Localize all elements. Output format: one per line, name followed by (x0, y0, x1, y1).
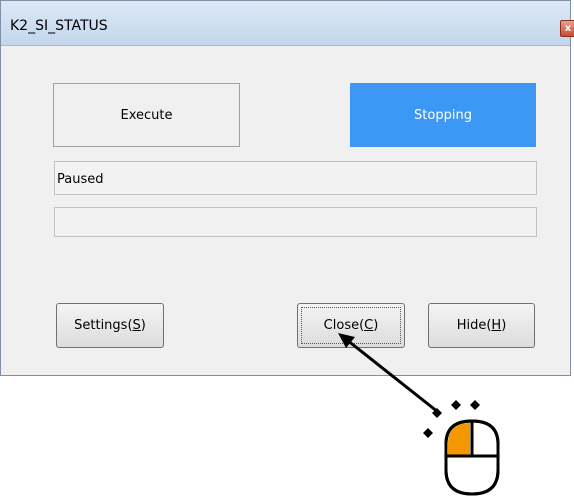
mouse-click-icon (423, 400, 500, 496)
click-annotation-overlay (338, 333, 500, 496)
pointer-arrow (338, 333, 439, 414)
